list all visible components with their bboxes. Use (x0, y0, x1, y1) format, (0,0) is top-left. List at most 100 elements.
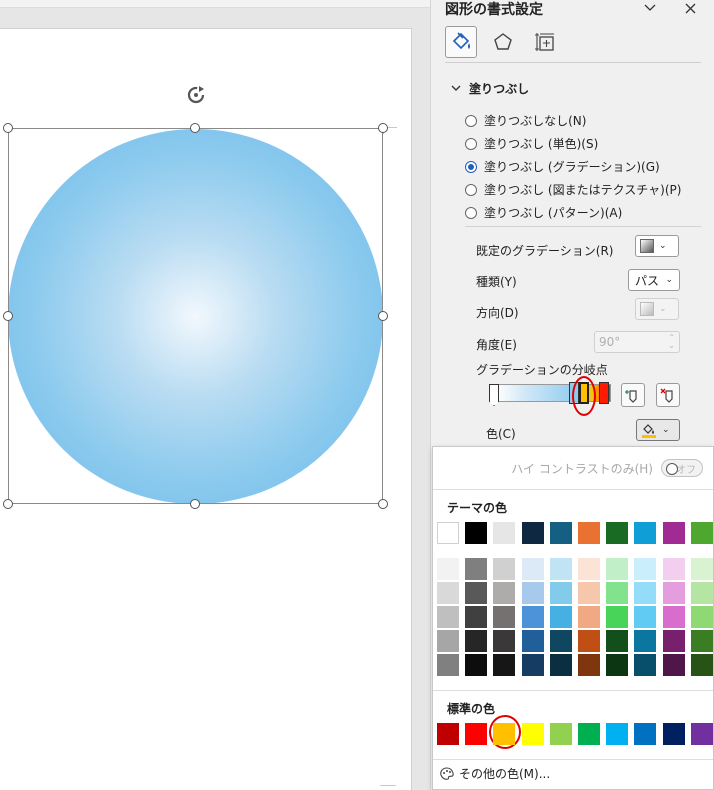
theme-tint-swatch[interactable] (549, 630, 572, 652)
radio-circle[interactable] (465, 206, 477, 219)
resize-handle-bottom[interactable] (190, 499, 200, 509)
theme-tint-swatch[interactable] (606, 606, 629, 628)
theme-tint-swatch[interactable] (437, 654, 459, 676)
pane-close-button[interactable] (681, 0, 699, 16)
high-contrast-toggle[interactable]: オフ (661, 459, 703, 477)
standard-color-swatch[interactable] (690, 723, 713, 745)
radio-solid-fill[interactable]: 塗りつぶし (単色)(S) (465, 135, 598, 152)
theme-tint-swatch[interactable] (549, 654, 572, 676)
theme-tint-swatch[interactable] (662, 630, 685, 652)
theme-tint-swatch[interactable] (521, 654, 544, 676)
theme-tint-swatch[interactable] (690, 606, 713, 628)
theme-tint-swatch[interactable] (521, 606, 544, 628)
theme-tint-swatch[interactable] (690, 630, 713, 652)
theme-tint-swatch[interactable] (549, 606, 572, 628)
resize-handle-top-left[interactable] (3, 123, 13, 133)
standard-color-swatch[interactable] (662, 723, 685, 745)
resize-handle-top-right[interactable] (378, 123, 388, 133)
radio-picture-fill[interactable]: 塗りつぶし (図またはテクスチャ)(P) (465, 181, 681, 198)
theme-tint-swatch[interactable] (437, 606, 459, 628)
theme-tint-swatch[interactable] (578, 630, 600, 652)
resize-handle-left[interactable] (3, 311, 13, 321)
theme-color-swatch[interactable] (437, 522, 459, 544)
standard-color-swatch[interactable] (465, 723, 488, 745)
standard-color-swatch[interactable] (493, 723, 516, 745)
remove-gradient-stop-button[interactable] (656, 383, 680, 407)
theme-tint-swatch[interactable] (662, 582, 685, 604)
tab-fill-line[interactable] (445, 26, 477, 58)
theme-tint-swatch[interactable] (634, 558, 657, 580)
theme-tint-swatch[interactable] (662, 558, 685, 580)
theme-tint-swatch[interactable] (493, 654, 516, 676)
theme-tint-swatch[interactable] (549, 558, 572, 580)
pane-options-button[interactable] (641, 0, 659, 16)
standard-color-swatch[interactable] (437, 723, 459, 745)
theme-tint-swatch[interactable] (521, 558, 544, 580)
theme-tint-swatch[interactable] (493, 630, 516, 652)
theme-tint-swatch[interactable] (437, 558, 459, 580)
theme-color-swatch[interactable] (690, 522, 713, 544)
theme-tint-swatch[interactable] (437, 582, 459, 604)
standard-color-swatch[interactable] (521, 723, 544, 745)
theme-tint-swatch[interactable] (578, 558, 600, 580)
fill-section-header[interactable]: 塗りつぶし (451, 80, 529, 97)
preset-gradient-dropdown[interactable]: ⌄ (635, 235, 679, 257)
theme-tint-swatch[interactable] (465, 654, 488, 676)
resize-handle-bottom-right[interactable] (378, 499, 388, 509)
more-colors-button[interactable]: その他の色(M)... (439, 765, 550, 782)
radio-circle[interactable] (465, 183, 477, 196)
standard-color-swatch[interactable] (578, 723, 600, 745)
gradient-stop-white[interactable] (489, 384, 499, 406)
resize-handle-right[interactable] (378, 311, 388, 321)
theme-tint-swatch[interactable] (465, 630, 488, 652)
rotate-handle-icon[interactable] (185, 84, 207, 106)
theme-tint-swatch[interactable] (634, 582, 657, 604)
resize-handle-bottom-left[interactable] (3, 499, 13, 509)
theme-tint-swatch[interactable] (606, 582, 629, 604)
tab-effects[interactable] (487, 26, 519, 58)
add-gradient-stop-button[interactable] (621, 383, 645, 407)
theme-tint-swatch[interactable] (634, 630, 657, 652)
gradient-stop-red[interactable] (599, 382, 609, 404)
theme-color-swatch[interactable] (549, 522, 572, 544)
theme-tint-swatch[interactable] (606, 630, 629, 652)
theme-tint-swatch[interactable] (662, 654, 685, 676)
theme-tint-swatch[interactable] (606, 558, 629, 580)
theme-color-swatch[interactable] (634, 522, 657, 544)
resize-handle-top[interactable] (190, 123, 200, 133)
theme-tint-swatch[interactable] (521, 630, 544, 652)
standard-color-swatch[interactable] (549, 723, 572, 745)
theme-tint-swatch[interactable] (549, 582, 572, 604)
theme-tint-swatch[interactable] (465, 558, 488, 580)
theme-tint-swatch[interactable] (606, 654, 629, 676)
theme-color-swatch[interactable] (662, 522, 685, 544)
theme-tint-swatch[interactable] (662, 606, 685, 628)
theme-tint-swatch[interactable] (437, 630, 459, 652)
theme-tint-swatch[interactable] (578, 606, 600, 628)
theme-tint-swatch[interactable] (634, 606, 657, 628)
theme-tint-swatch[interactable] (690, 558, 713, 580)
theme-color-swatch[interactable] (606, 522, 629, 544)
theme-color-swatch[interactable] (521, 522, 544, 544)
theme-tint-swatch[interactable] (578, 582, 600, 604)
color-dropdown[interactable]: ⌄ (636, 419, 680, 441)
angle-spinner[interactable]: 90° ⌃ ⌄ (594, 331, 680, 353)
radio-circle[interactable] (465, 160, 477, 173)
type-dropdown[interactable]: パス ⌄ (628, 269, 680, 291)
standard-color-swatch[interactable] (606, 723, 629, 745)
theme-tint-swatch[interactable] (493, 606, 516, 628)
theme-color-swatch[interactable] (465, 522, 488, 544)
theme-tint-swatch[interactable] (690, 654, 713, 676)
theme-tint-swatch[interactable] (465, 606, 488, 628)
radio-gradient-fill[interactable]: 塗りつぶし (グラデーション)(G) (465, 158, 660, 175)
radio-no-fill[interactable]: 塗りつぶしなし(N) (465, 112, 586, 129)
radio-circle[interactable] (465, 114, 477, 127)
radio-circle[interactable] (465, 137, 477, 150)
tab-size-properties[interactable] (529, 26, 561, 58)
radio-pattern-fill[interactable]: 塗りつぶし (パターン)(A) (465, 204, 622, 221)
standard-color-swatch[interactable] (634, 723, 657, 745)
theme-tint-swatch[interactable] (465, 582, 488, 604)
theme-tint-swatch[interactable] (493, 558, 516, 580)
theme-color-swatch[interactable] (493, 522, 516, 544)
theme-tint-swatch[interactable] (578, 654, 600, 676)
